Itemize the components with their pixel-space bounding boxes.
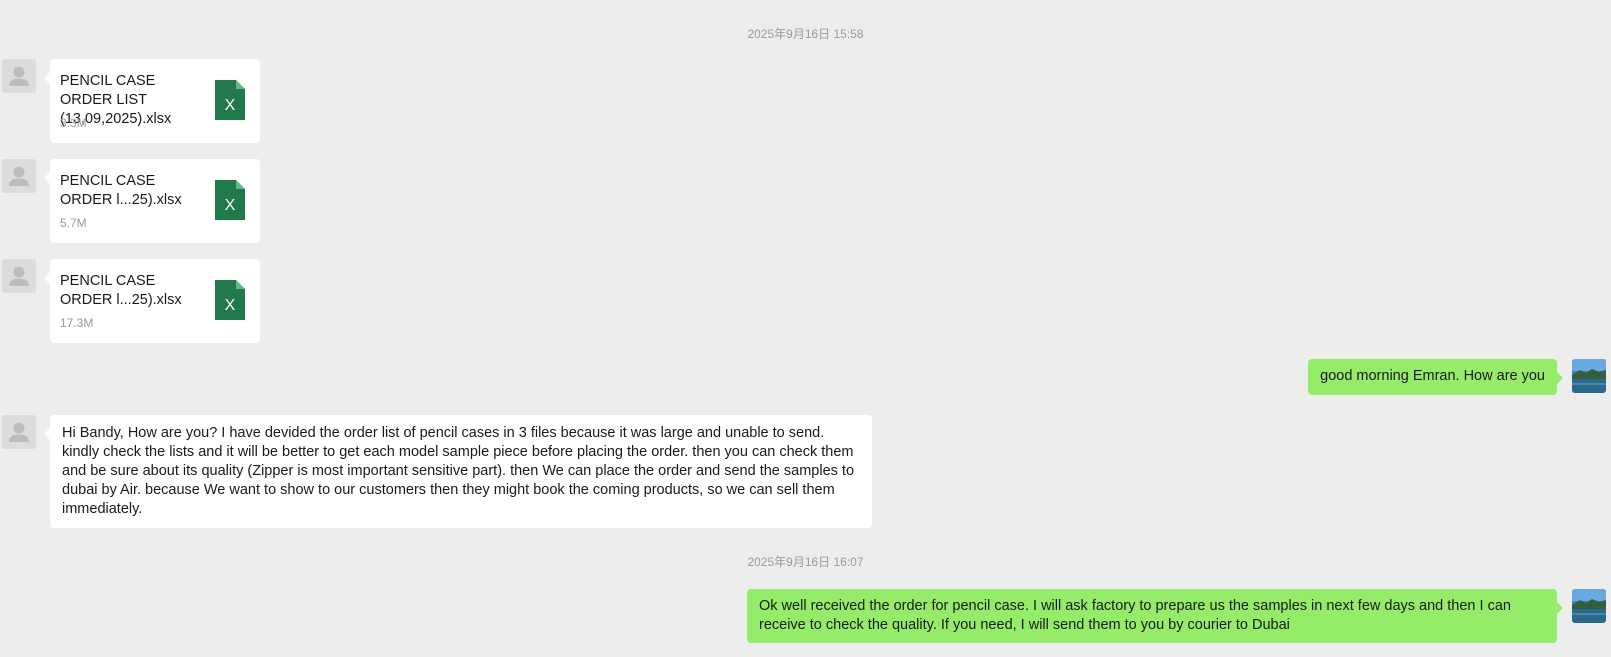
landscape-photo-icon	[1572, 359, 1606, 393]
excel-file-icon: X	[215, 180, 245, 220]
incoming-message[interactable]: Hi Bandy, How are you? I have devided th…	[44, 415, 872, 528]
default-user-icon	[9, 422, 29, 442]
message-text: Ok well received the order for pencil ca…	[759, 598, 1511, 633]
file-size: 17.3M	[60, 316, 94, 330]
outgoing-message[interactable]: Ok well received the order for pencil ca…	[747, 589, 1563, 643]
svg-text:X: X	[225, 297, 236, 314]
contact-avatar[interactable]	[2, 259, 36, 293]
file-message[interactable]: PENCIL CASE ORDER l...25).xlsx 5.7M X	[44, 159, 260, 243]
timestamp: 2025年9月16日 15:58	[747, 27, 864, 41]
file-message[interactable]: PENCIL CASE ORDER LIST (13,09,2025).xlsx…	[44, 59, 260, 143]
contact-avatar[interactable]	[2, 59, 36, 93]
default-user-icon	[9, 66, 29, 86]
contact-avatar[interactable]	[2, 159, 36, 193]
file-message[interactable]: PENCIL CASE ORDER l...25).xlsx 17.3M X	[44, 259, 260, 343]
message-text: good morning Emran. How are you	[1320, 368, 1545, 384]
file-name: PENCIL CASE ORDER l...25).xlsx	[60, 273, 182, 308]
file-size: 5.7M	[60, 216, 87, 230]
excel-file-icon: X	[215, 280, 245, 320]
my-avatar[interactable]	[1572, 589, 1606, 623]
landscape-photo-icon	[1572, 589, 1606, 623]
timestamp: 2025年9月16日 16:07	[747, 555, 864, 569]
contact-avatar[interactable]	[2, 415, 36, 449]
file-size: 3.3M	[60, 116, 87, 130]
my-avatar[interactable]	[1572, 359, 1606, 393]
default-user-icon	[9, 166, 29, 186]
file-name: PENCIL CASE ORDER l...25).xlsx	[60, 173, 182, 208]
outgoing-message[interactable]: good morning Emran. How are you	[1308, 359, 1563, 395]
message-text: Hi Bandy, How are you? I have devided th…	[62, 425, 855, 517]
svg-text:X: X	[225, 97, 236, 114]
excel-file-icon: X	[215, 80, 245, 120]
svg-text:X: X	[225, 197, 236, 214]
default-user-icon	[9, 266, 29, 286]
